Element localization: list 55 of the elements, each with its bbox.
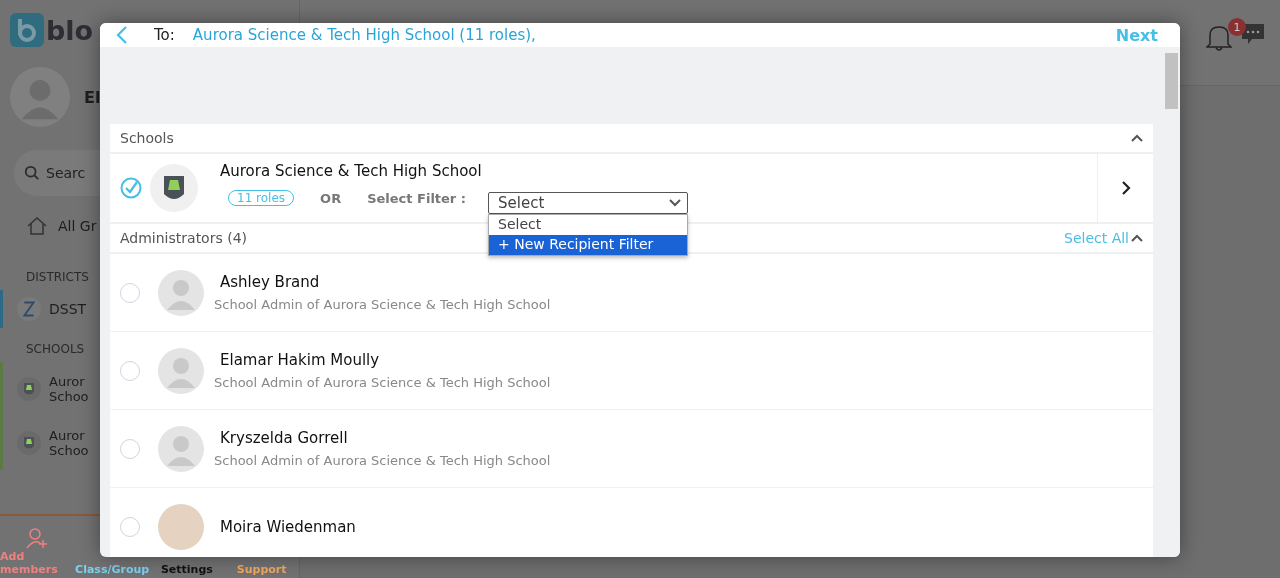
nav-item[interactable]: All Gr [58,218,97,234]
member-role: School Admin of Aurora Science & Tech High School [214,453,551,468]
section-heading: DISTRICTS [26,270,89,284]
user-name: El [84,87,101,107]
caret-up-icon [1131,134,1143,142]
recipients-text: Aurora Science & Tech High School (11 roles), [192,26,537,44]
or-label: OR [320,190,342,206]
dropdown-option[interactable]: + New Recipient Filter [489,235,687,255]
nav-button[interactable]: Support [224,563,299,578]
radio-button[interactable] [120,438,140,459]
dropdown-option[interactable]: Select [489,215,687,235]
filter-select[interactable]: Select [488,192,688,214]
district-logo-icon [17,297,41,321]
back-chevron-icon [116,25,128,45]
next-button[interactable]: Next [1109,24,1164,46]
nav-button[interactable]: Settings [149,563,225,578]
member-name: Ashley Brand [220,273,321,291]
to-label: To: [154,26,175,44]
search-placeholder: Searc [46,165,86,181]
member-name: Kryszelda Gorrell [220,429,349,447]
school-logo-icon [17,377,41,401]
collapse-button[interactable] [1131,234,1143,242]
select-all-link[interactable]: Select All [1064,230,1129,246]
school-name: Aurora Science & Tech High School [220,162,483,180]
member-role: School Admin of Aurora Science & Tech High School [214,297,551,312]
school-logo-icon [17,431,41,455]
district-name[interactable]: DSST [49,301,87,317]
logo-text: blo [46,14,94,46]
search-icon [24,164,40,182]
radio-button[interactable] [120,360,140,381]
section-title: Administrators (4) [120,230,247,246]
checked-circle-icon[interactable] [120,177,142,199]
logo-icon [10,13,44,47]
member-name: Elamar Hakim Moully [220,351,381,369]
chevron-right-icon [1120,180,1131,196]
radio-button[interactable] [120,282,140,303]
section-title: Schools [120,130,174,146]
collapse-button[interactable] [1131,134,1143,142]
member-role: School Admin of Aurora Science & Tech High School [214,375,551,390]
chat-icon[interactable] [1240,22,1266,46]
school-name[interactable]: Auror Schoo [49,428,89,458]
member-name: Moira Wiedenman [220,517,356,536]
caret-down-icon [669,199,681,207]
radio-button[interactable] [120,516,140,537]
nav-button[interactable]: Add members [0,526,75,578]
section-heading: SCHOOLS [26,342,85,356]
filter-label: Select Filter : [367,190,466,206]
school-name[interactable]: Auror Schoo [49,374,89,404]
home-icon [26,216,48,236]
school-logo-icon [150,164,198,212]
notification-badge: 1 [1228,18,1246,36]
nav-button[interactable]: Class/Group [74,563,150,578]
caret-up-icon [1131,234,1143,242]
add-person-icon [25,526,50,550]
scrollbar[interactable] [1163,47,1180,557]
